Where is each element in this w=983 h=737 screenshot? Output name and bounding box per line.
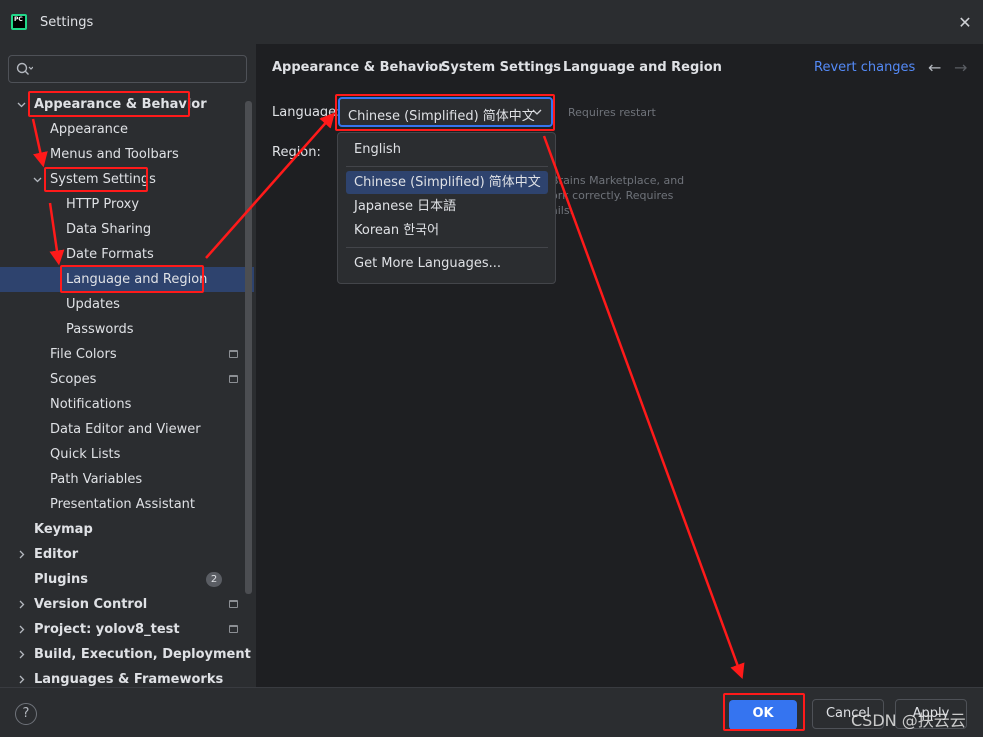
sidebar-item-label: Keymap — [34, 522, 93, 537]
sidebar-item-data-sharing[interactable]: Data Sharing — [0, 217, 256, 242]
help-icon[interactable]: ? — [15, 703, 37, 725]
sidebar-item-label: Passwords — [66, 322, 134, 337]
search-input[interactable] — [8, 55, 247, 83]
project-level-icon — [229, 350, 238, 358]
chevron-down-icon — [33, 177, 42, 183]
sidebar-item-label: System Settings — [50, 172, 156, 187]
sidebar-item-languages-frameworks[interactable]: Languages & Frameworks — [0, 667, 256, 687]
popup-divider — [346, 166, 548, 167]
sidebar-item-label: Presentation Assistant — [50, 497, 195, 512]
breadcrumb-item[interactable]: Appearance & Behavior — [272, 60, 445, 75]
chevron-down-icon — [17, 102, 26, 108]
sidebar-item-label: Appearance — [50, 122, 129, 137]
sidebar-item-label: Language and Region — [66, 272, 208, 287]
sidebar-item-label: Date Formats — [66, 247, 154, 262]
sidebar-item-keymap[interactable]: Keymap — [0, 517, 256, 542]
language-dropdown-popup: English Chinese (Simplified) 简体中文 Japane… — [337, 132, 556, 284]
forward-arrow-icon[interactable]: → — [954, 58, 967, 77]
sidebar-item-label: Notifications — [50, 397, 132, 412]
language-option-korean[interactable]: Korean 한국어 — [346, 219, 548, 242]
sidebar-item-label: Menus and Toolbars — [50, 147, 179, 162]
project-level-icon — [229, 625, 238, 633]
sidebar-item-date-formats[interactable]: Date Formats — [0, 242, 256, 267]
project-level-icon — [229, 375, 238, 383]
get-more-languages-option[interactable]: Get More Languages... — [346, 252, 548, 275]
sidebar-item-passwords[interactable]: Passwords — [0, 317, 256, 342]
sidebar-item-data-editor[interactable]: Data Editor and Viewer — [0, 417, 256, 442]
chevron-right-icon — [19, 550, 25, 559]
sidebar-item-label: Data Sharing — [66, 222, 152, 237]
sidebar-item-label: Scopes — [50, 372, 97, 387]
title-bar: PC Settings ✕ — [0, 0, 983, 44]
sidebar-item-plugins[interactable]: Plugins 2 — [0, 567, 256, 592]
project-level-icon — [229, 600, 238, 608]
sidebar-scrollbar[interactable] — [245, 101, 252, 594]
sidebar-item-appearance-behavior[interactable]: Appearance & Behavior — [0, 92, 256, 117]
breadcrumb-current: Language and Region — [563, 60, 722, 75]
chevron-right-icon — [19, 650, 25, 659]
pycharm-logo-icon: PC — [11, 14, 27, 30]
breadcrumb-separator: › — [427, 59, 433, 74]
window-title: Settings — [40, 15, 94, 30]
sidebar-item-menus-toolbars[interactable]: Menus and Toolbars — [0, 142, 256, 167]
ok-button[interactable]: OK — [729, 700, 797, 730]
requires-restart-note: Requires restart — [568, 106, 656, 119]
sidebar-item-file-colors[interactable]: File Colors — [0, 342, 256, 367]
breadcrumb-item[interactable]: System Settings — [441, 60, 561, 75]
chevron-right-icon — [19, 600, 25, 609]
sidebar-item-label: Updates — [66, 297, 120, 312]
popup-divider — [346, 247, 548, 248]
language-option-english[interactable]: English — [346, 138, 548, 161]
sidebar-item-label: Project: yolov8_test — [34, 622, 180, 637]
close-icon[interactable]: ✕ — [956, 14, 974, 32]
sidebar-item-label: Appearance & Behavior — [34, 97, 207, 112]
sidebar-item-label: Plugins — [34, 572, 88, 587]
revert-changes-link[interactable]: Revert changes — [814, 60, 915, 75]
sidebar-item-editor[interactable]: Editor — [0, 542, 256, 567]
sidebar-item-label: Version Control — [34, 597, 148, 612]
sidebar-item-notifications[interactable]: Notifications — [0, 392, 256, 417]
sidebar-item-http-proxy[interactable]: HTTP Proxy — [0, 192, 256, 217]
sidebar-item-label: Build, Execution, Deployment — [34, 647, 251, 662]
back-arrow-icon[interactable]: ← — [928, 58, 941, 77]
sidebar-item-scopes[interactable]: Scopes — [0, 367, 256, 392]
chevron-right-icon — [19, 625, 25, 634]
sidebar-item-language-region[interactable]: Language and Region — [0, 267, 254, 292]
language-label: Language: — [272, 105, 341, 120]
sidebar-item-label: File Colors — [50, 347, 117, 362]
sidebar-item-label: Path Variables — [50, 472, 143, 487]
region-label: Region: — [272, 145, 321, 160]
sidebar-item-path-variables[interactable]: Path Variables — [0, 467, 256, 492]
language-option-chinese[interactable]: Chinese (Simplified) 简体中文 — [346, 171, 548, 194]
sidebar-item-presentation-assistant[interactable]: Presentation Assistant — [0, 492, 256, 517]
language-selected-value: Chinese (Simplified) 简体中文 — [348, 109, 535, 124]
sidebar-item-system-settings[interactable]: System Settings — [0, 167, 256, 192]
region-hint-text: Brains Marketplace, and ork correctly. R… — [551, 174, 685, 217]
language-option-japanese[interactable]: Japanese 日本語 — [346, 195, 548, 218]
sidebar-item-updates[interactable]: Updates — [0, 292, 256, 317]
sidebar-item-build-execution[interactable]: Build, Execution, Deployment — [0, 642, 256, 667]
language-dropdown[interactable]: Chinese (Simplified) 简体中文 — [338, 97, 553, 127]
breadcrumb-separator: › — [549, 59, 555, 74]
chevron-down-icon — [532, 109, 542, 115]
plugins-count-badge: 2 — [206, 572, 222, 587]
sidebar-item-project[interactable]: Project: yolov8_test — [0, 617, 256, 642]
sidebar-item-appearance[interactable]: Appearance — [0, 117, 256, 142]
sidebar-item-label: HTTP Proxy — [66, 197, 140, 212]
settings-sidebar: Appearance & Behavior Appearance Menus a… — [0, 44, 256, 687]
sidebar-item-version-control[interactable]: Version Control — [0, 592, 256, 617]
search-icon — [16, 62, 33, 75]
sidebar-item-label: Data Editor and Viewer — [50, 422, 201, 437]
sidebar-item-label: Languages & Frameworks — [34, 672, 224, 687]
dialog-footer: ? OK Cancel Apply CSDN @扶云云 — [0, 687, 983, 737]
sidebar-item-label: Quick Lists — [50, 447, 121, 462]
sidebar-item-quick-lists[interactable]: Quick Lists — [0, 442, 256, 467]
sidebar-item-label: Editor — [34, 547, 79, 562]
chevron-right-icon — [19, 675, 25, 684]
watermark-text: CSDN @扶云云 — [851, 711, 966, 730]
